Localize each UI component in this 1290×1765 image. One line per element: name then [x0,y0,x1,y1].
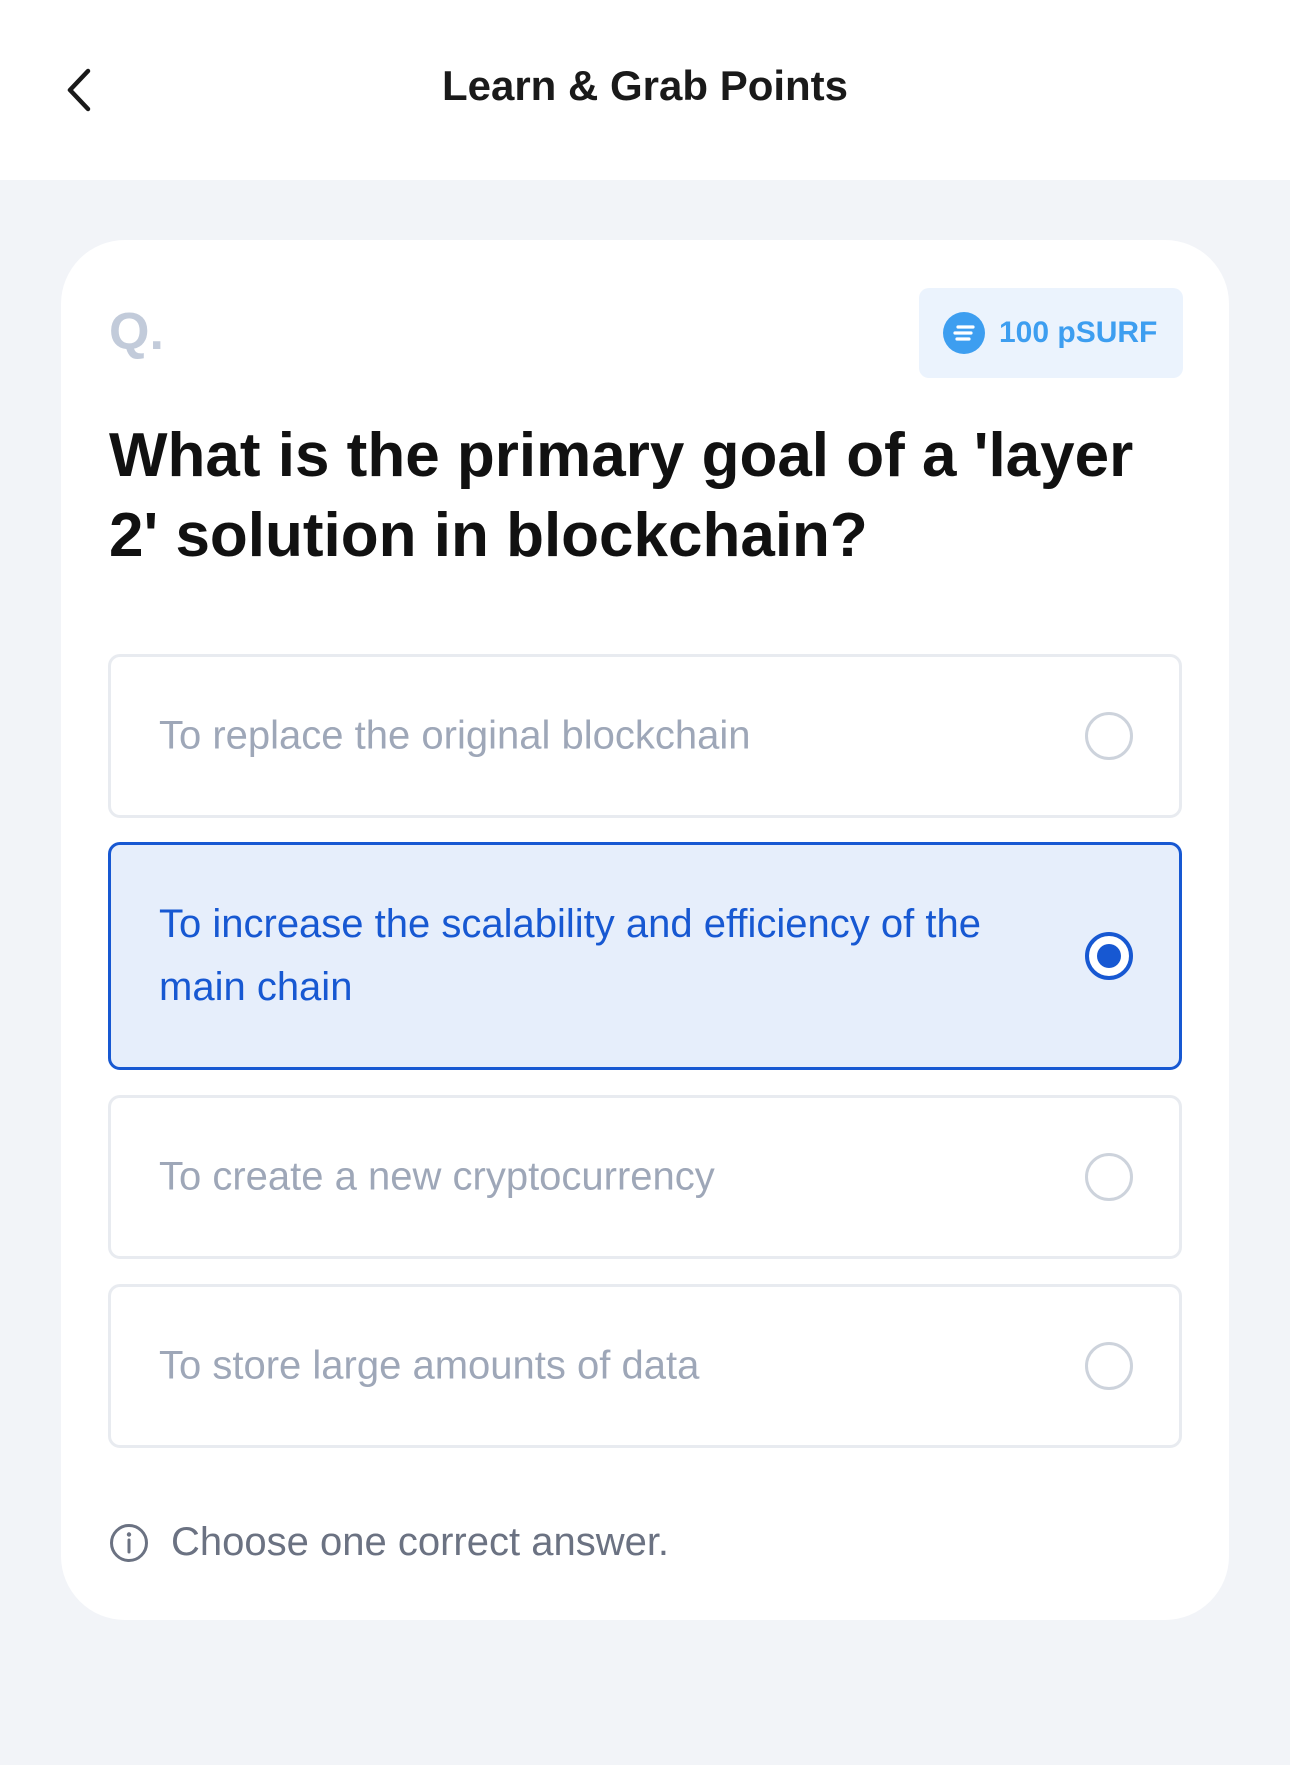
hint-row: Choose one correct answer. [109,1520,669,1565]
question-label: Q. [109,303,164,361]
page-title: Learn & Grab Points [441,62,849,109]
quiz-card: Q. 100 pSURF What is the primary goal of… [61,240,1229,1620]
token-icon [943,312,985,354]
info-icon [110,1523,148,1562]
radio-dot [1097,944,1121,968]
answer-option-label: To increase the scalability and efficien… [159,902,981,1009]
answer-option-label: To create a new cryptocurrency [159,1154,715,1199]
answer-option-1[interactable]: To replace the original blockchain [108,654,1182,818]
answer-option-label: To store large amounts of data [159,1343,700,1388]
reward-badge: 100 pSURF [919,288,1183,378]
radio-button[interactable] [1085,1153,1133,1201]
reward-amount: 100 pSURF [999,316,1158,349]
radio-button-selected[interactable] [1085,932,1133,980]
answer-option-2[interactable]: To increase the scalability and efficien… [108,842,1182,1070]
radio-button[interactable] [1085,712,1133,760]
answer-option-4[interactable]: To store large amounts of data [108,1284,1182,1448]
answer-option-3[interactable]: To create a new cryptocurrency [108,1095,1182,1259]
header-bar: Learn & Grab Points [0,0,1290,180]
answer-option-label: To replace the original blockchain [159,713,751,758]
radio-button[interactable] [1085,1342,1133,1390]
hint-text: Choose one correct answer. [171,1520,670,1564]
question-text: What is the primary goal of a 'layer 2' … [109,421,1134,570]
